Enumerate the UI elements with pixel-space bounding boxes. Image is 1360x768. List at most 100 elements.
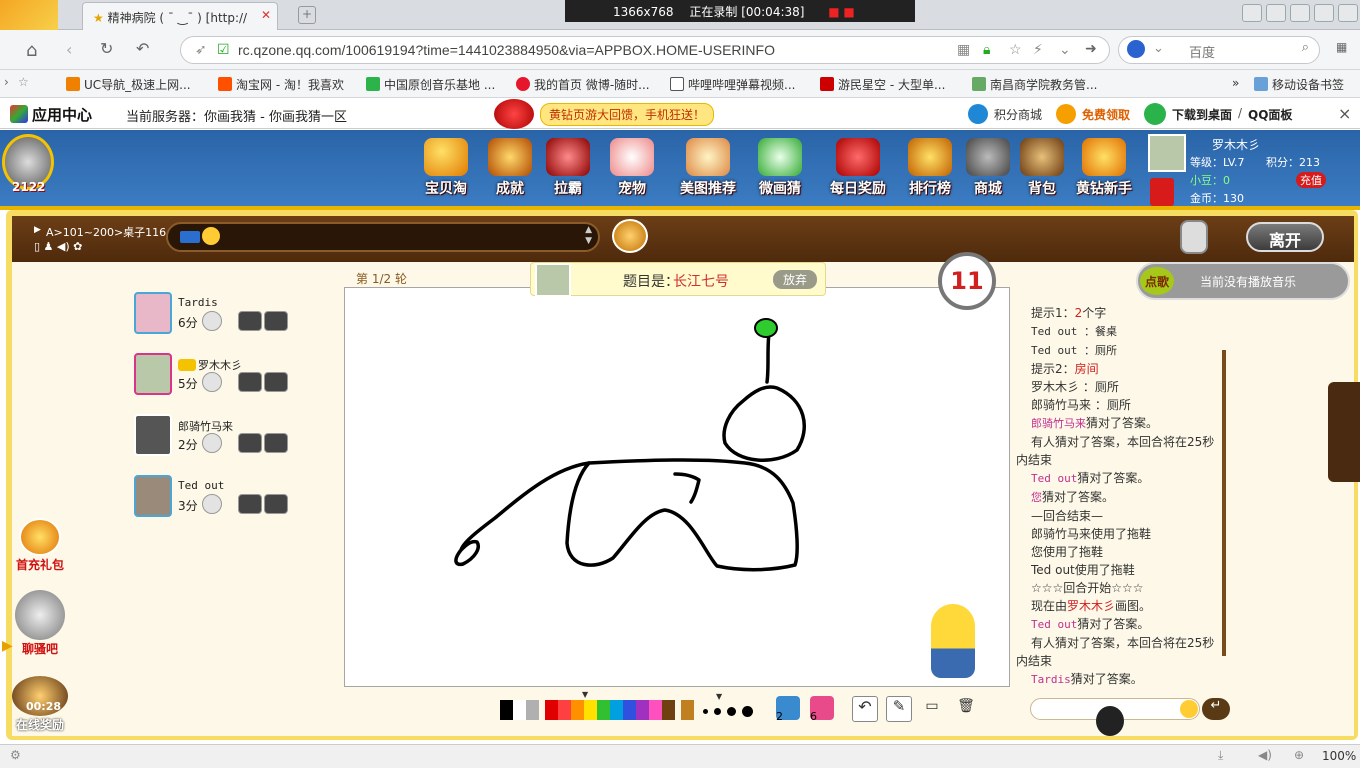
nav-featured[interactable]: 美图推荐 — [676, 138, 740, 200]
nav-micro-guess[interactable]: 微画猜 — [752, 138, 808, 200]
collapse-arrow-icon[interactable]: ▶ — [2, 638, 13, 654]
dropdown-icon[interactable]: ⌄ — [1059, 41, 1071, 58]
color-swatch[interactable] — [681, 700, 694, 720]
music-note-icon[interactable] — [224, 311, 236, 331]
online-reward-widget[interactable]: 00:28 在线奖励 — [8, 676, 72, 732]
leave-button[interactable]: 离开 — [1246, 222, 1324, 252]
chat-input-bar[interactable]: ▲ ▼ — [166, 222, 600, 252]
kick-icon[interactable] — [264, 372, 288, 392]
color-swatch[interactable] — [636, 700, 649, 720]
friends-icon[interactable] — [238, 311, 262, 331]
bookmarks-overflow[interactable]: » — [1232, 76, 1239, 90]
free-claim-link[interactable]: 免费领取 — [1082, 106, 1130, 123]
window-maximize-button[interactable] — [1314, 4, 1334, 22]
horn-icon[interactable] — [612, 219, 648, 253]
brush-size-3[interactable] — [727, 707, 736, 716]
bookmark-item[interactable]: 中国原创音乐基地 ... — [366, 76, 495, 93]
window-minimize-button[interactable] — [1290, 4, 1310, 22]
points-mall-link[interactable]: 积分商城 — [994, 106, 1042, 123]
player-card[interactable]: 郎骑竹马来 2分 — [134, 414, 324, 464]
color-swatch[interactable] — [584, 700, 597, 720]
sidebar-toggle-icon[interactable]: › — [4, 75, 9, 89]
stop-record-icon[interactable]: ■ ■ — [828, 5, 855, 19]
brush-size-1[interactable] — [703, 709, 708, 714]
music-note-icon[interactable] — [224, 372, 236, 392]
color-swatch[interactable] — [545, 700, 558, 720]
heart-icon[interactable] — [202, 311, 222, 331]
search-box[interactable]: ⌄ 百度 ⌕ — [1118, 36, 1320, 64]
lightning-icon[interactable]: ⚡︎ — [1033, 41, 1043, 58]
player-card[interactable]: Tardis 6分 — [134, 292, 324, 342]
heart-icon[interactable] — [202, 372, 222, 392]
settings-gear-icon[interactable]: ⚙ — [10, 748, 21, 762]
nav-shop[interactable]: 商城 — [960, 138, 1016, 200]
nav-pet[interactable]: 宠物 — [604, 138, 660, 200]
brush-size-selector[interactable] — [700, 704, 756, 718]
giveup-button[interactable]: 放弃 — [773, 270, 818, 289]
friends-icon[interactable] — [238, 372, 262, 392]
kick-icon[interactable] — [264, 311, 288, 331]
color-swatch[interactable] — [597, 700, 610, 720]
pencil-icon[interactable]: ✎ — [886, 696, 912, 722]
browser-tab[interactable]: ★ 精神病院 ( ¯ ‿¯ ) [http:// ✕ — [82, 2, 278, 30]
search-icon[interactable]: ⌕ — [1302, 40, 1309, 55]
promo-banner[interactable]: 黄钻页游大回馈，手机狂送！ — [540, 103, 715, 126]
recharge-button[interactable]: 充值 — [1296, 172, 1326, 188]
favorite-icon[interactable]: ☆ — [1009, 41, 1022, 58]
eraser-icon[interactable]: ▭ — [920, 698, 944, 720]
go-icon[interactable]: ➜ — [1085, 40, 1097, 57]
nav-slots[interactable]: 拉霸 — [540, 138, 596, 200]
drawing-canvas[interactable] — [344, 287, 1010, 687]
player-card[interactable]: Ted out 3分 — [134, 475, 324, 525]
nav-achievement[interactable]: 成就 — [482, 138, 538, 200]
bookmark-item[interactable]: 淘宝网 - 淘！我喜欢 — [218, 76, 344, 93]
brush-size-4[interactable] — [742, 706, 753, 717]
color-swatch[interactable] — [558, 700, 571, 720]
red-packet-icon[interactable] — [1150, 178, 1174, 206]
heart-icon[interactable] — [202, 494, 222, 514]
chat-scrollbar[interactable] — [1222, 350, 1226, 656]
trash-icon[interactable]: 🗑︎ — [956, 698, 976, 720]
color-swatch[interactable] — [649, 700, 662, 720]
emoji-picker-icon[interactable] — [1180, 700, 1198, 718]
search-engine-dropdown-icon[interactable]: ⌄ — [1153, 41, 1164, 56]
close-app-button[interactable]: × — [1338, 104, 1351, 123]
kick-icon[interactable] — [264, 433, 288, 453]
home-icon[interactable]: ⌂ — [26, 40, 37, 61]
player-card[interactable]: 罗木木彡 5分 — [134, 353, 324, 403]
close-tab-icon[interactable]: ✕ — [261, 8, 271, 22]
send-button[interactable]: ↵ — [1202, 698, 1230, 720]
window-settings-button[interactable] — [1266, 4, 1286, 22]
brush-size-2[interactable] — [714, 708, 721, 715]
bookmark-item[interactable]: 我的首页 微博-随时... — [516, 76, 650, 93]
kick-icon[interactable] — [264, 494, 288, 514]
room-tool-icons[interactable]: ▯ ♟ ◀) ✿ — [34, 240, 82, 253]
download-status-icon[interactable]: ⤓ — [1218, 748, 1223, 763]
friends-icon[interactable] — [238, 494, 262, 514]
friends-icon[interactable] — [238, 433, 262, 453]
nav-backpack[interactable]: 背包 — [1014, 138, 1070, 200]
zoom-icon[interactable]: ⊕ — [1294, 748, 1304, 762]
bookmark-star-icon[interactable]: ☆ — [18, 75, 29, 89]
bookmark-item[interactable]: UC导航_极速上网... — [66, 76, 191, 93]
nav-ranking[interactable]: 排行榜 — [902, 138, 958, 200]
scroll-arrows-icon[interactable]: ▲ ▼ — [585, 225, 592, 247]
nav-yellow-diamond-newbie[interactable]: 黄钻新手 — [1068, 138, 1140, 200]
nav-daily-reward[interactable]: 每日奖励 — [826, 138, 890, 200]
bookmark-item[interactable]: 哔哩哔哩弹幕视频... — [670, 76, 795, 93]
grid-menu-icon[interactable]: ▦ — [1336, 40, 1347, 54]
user-avatar[interactable] — [1148, 134, 1186, 172]
lock-room-icon[interactable] — [1180, 220, 1208, 254]
heart-icon[interactable] — [202, 433, 222, 453]
side-promo-tab[interactable] — [1328, 382, 1360, 482]
color-swatch[interactable] — [610, 700, 623, 720]
music-note-icon[interactable] — [224, 494, 236, 514]
window-close-button[interactable] — [1338, 4, 1358, 22]
first-recharge-widget[interactable]: 首充礼包 — [8, 518, 72, 574]
back-icon[interactable]: ‹ — [66, 40, 72, 59]
swap-tool[interactable]: 6 — [810, 696, 834, 723]
music-note-icon[interactable] — [224, 433, 236, 453]
bookmark-item[interactable]: 南昌商学院教务管... — [972, 76, 1097, 93]
window-skin-button[interactable] — [1242, 4, 1262, 22]
bookmark-item[interactable]: 游民星空 - 大型单... — [820, 76, 945, 93]
